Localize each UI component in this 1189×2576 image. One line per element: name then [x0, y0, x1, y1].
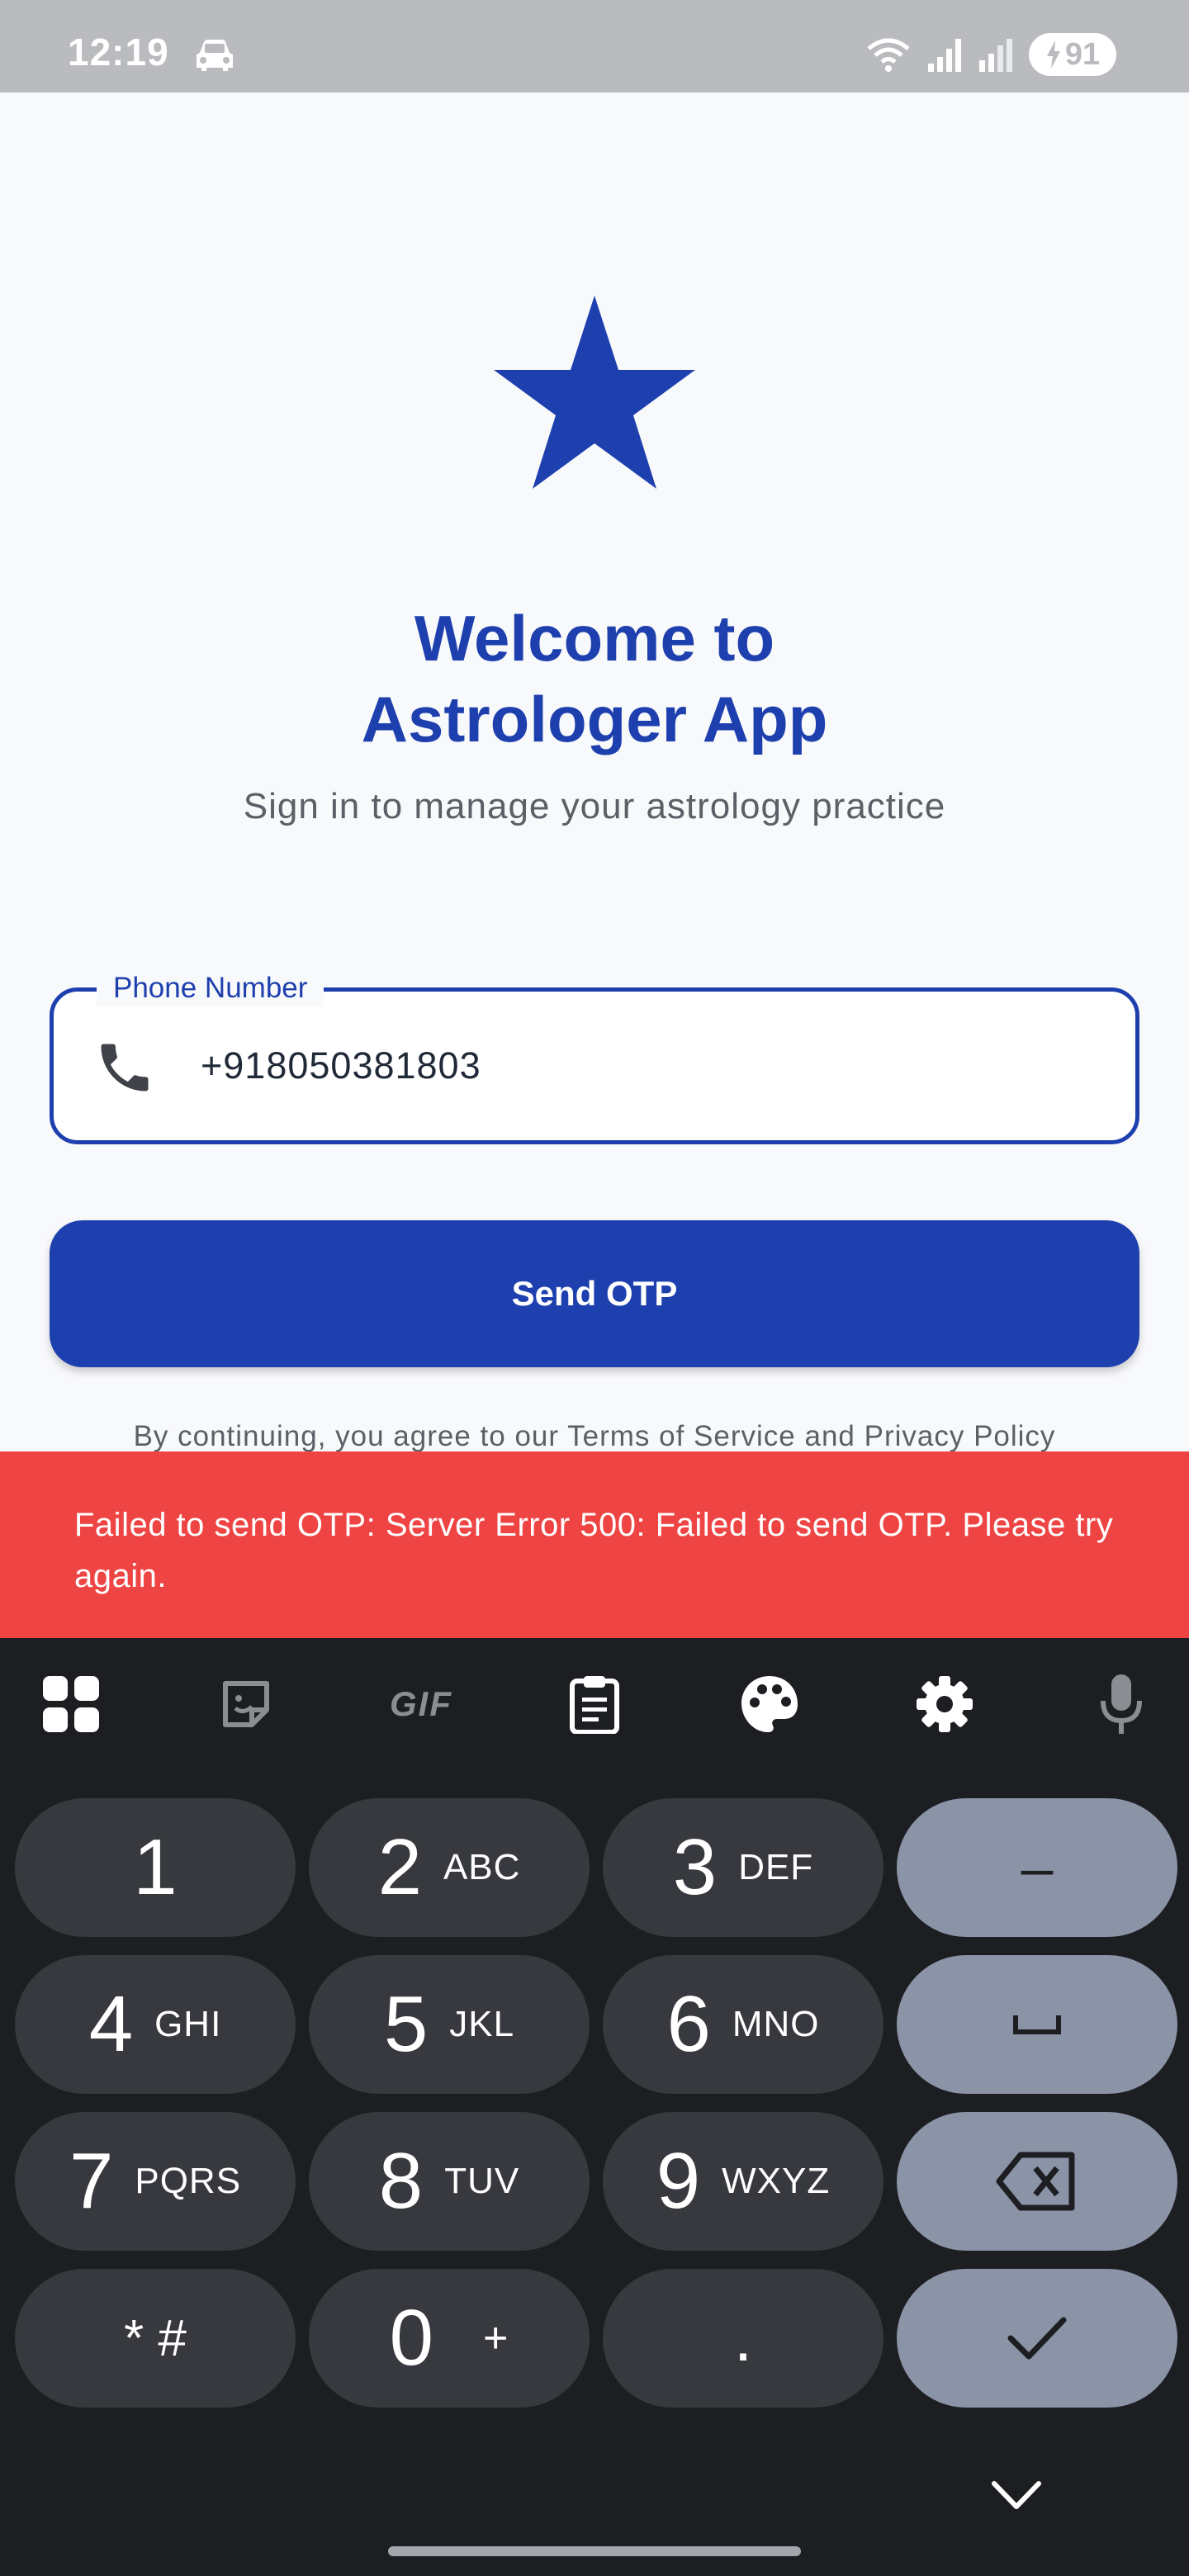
signal-icon — [928, 39, 961, 72]
key-2[interactable]: 2 ABC — [309, 1798, 590, 1937]
microphone-icon[interactable] — [1088, 1671, 1154, 1737]
phone-icon — [101, 1044, 149, 1091]
battery-level: 91 — [1064, 36, 1101, 72]
gif-icon[interactable]: GIF — [386, 1671, 456, 1737]
key-9-letters: WXYZ — [722, 2161, 831, 2201]
key-9-digit: 9 — [656, 2137, 701, 2225]
battery-charging-icon — [1046, 40, 1060, 69]
period-label: . — [733, 2301, 753, 2375]
key-6[interactable]: 6 MNO — [603, 1955, 883, 2094]
send-otp-button[interactable]: Send OTP — [50, 1220, 1139, 1367]
key-7-letters: PQRS — [135, 2161, 242, 2201]
key-period[interactable]: . — [603, 2269, 883, 2408]
hide-keyboard-chevron-down-icon[interactable] — [988, 2474, 1045, 2515]
minus-symbol: – — [1021, 1835, 1054, 1900]
palette-icon[interactable] — [737, 1671, 803, 1737]
key-1[interactable]: 1 — [15, 1798, 296, 1937]
battery-indicator: 91 — [1029, 33, 1116, 76]
title-line-2: Astrologer App — [361, 683, 828, 755]
key-1-digit: 1 — [133, 1823, 178, 1911]
key-7-digit: 7 — [69, 2137, 114, 2225]
gif-label: GIF — [390, 1684, 452, 1723]
status-bar: 12:19 91 — [0, 0, 1189, 92]
star-hash-label: * # — [124, 2309, 187, 2367]
space-icon — [1013, 2015, 1061, 2034]
status-icons: 91 — [865, 31, 1116, 78]
phone-number-label: Phone Number — [97, 970, 324, 1006]
checkmark-icon — [1007, 2317, 1067, 2360]
key-4[interactable]: 4 GHI — [15, 1955, 296, 2094]
key-8-letters: TUV — [444, 2161, 520, 2201]
wifi-icon — [867, 38, 910, 72]
key-5-letters: JKL — [449, 2004, 515, 2044]
key-4-digit: 4 — [88, 1980, 134, 2068]
key-backspace[interactable] — [897, 2112, 1177, 2251]
key-3[interactable]: 3 DEF — [603, 1798, 883, 1937]
phone-number-input[interactable]: +918050381803 — [201, 1044, 481, 1087]
status-time: 12:19 — [68, 31, 169, 73]
roaming-signal-icon — [979, 39, 1012, 72]
key-7[interactable]: 7 PQRS — [15, 2112, 296, 2251]
key-6-letters: MNO — [732, 2004, 820, 2044]
key-8-digit: 8 — [378, 2137, 424, 2225]
key-done[interactable] — [897, 2269, 1177, 2408]
key-2-letters: ABC — [443, 1847, 521, 1887]
key-9[interactable]: 9 WXYZ — [603, 2112, 883, 2251]
phone-number-field[interactable]: Phone Number +918050381803 — [50, 970, 1139, 1144]
key-3-letters: DEF — [738, 1847, 814, 1887]
apps-grid-icon[interactable] — [38, 1671, 104, 1737]
key-5[interactable]: 5 JKL — [309, 1955, 590, 2094]
key-minus[interactable]: – — [897, 1798, 1177, 1937]
numeric-keyboard: GIF 1 2 ABC 3 DEF – 4 GHI 5 JKL 6 MNO 7 … — [0, 1638, 1189, 2576]
key-4-letters: GHI — [154, 2004, 222, 2044]
key-5-digit: 5 — [383, 1980, 429, 2068]
backspace-icon — [996, 2152, 1075, 2211]
settings-icon[interactable] — [912, 1671, 978, 1737]
key-star-hash[interactable]: * # — [15, 2269, 296, 2408]
key-6-digit: 6 — [666, 1980, 711, 2068]
sticker-icon[interactable] — [213, 1671, 279, 1737]
key-space[interactable] — [897, 1955, 1177, 2094]
title-line-1: Welcome to — [414, 602, 775, 675]
page-subtitle: Sign in to manage your astrology practic… — [243, 786, 946, 826]
key-0-plus: + — [483, 2314, 509, 2362]
star-icon — [494, 296, 695, 489]
car-icon — [197, 40, 233, 71]
terms-text: By continuing, you agree to our Terms of… — [133, 1420, 1056, 1452]
key-2-digit: 2 — [377, 1823, 422, 1911]
key-8[interactable]: 8 TUV — [309, 2112, 590, 2251]
error-snackbar: Failed to send OTP: Server Error 500: Fa… — [0, 1451, 1189, 1638]
key-0-digit: 0 — [389, 2294, 433, 2382]
clipboard-icon[interactable] — [561, 1671, 628, 1737]
home-indicator[interactable] — [388, 2546, 801, 2556]
key-3-digit: 3 — [672, 1823, 718, 1911]
keyboard-toolbar: GIF — [0, 1638, 1189, 1770]
page-title: Welcome to Astrologer App — [0, 598, 1189, 760]
key-0[interactable]: 0 + — [309, 2269, 590, 2408]
